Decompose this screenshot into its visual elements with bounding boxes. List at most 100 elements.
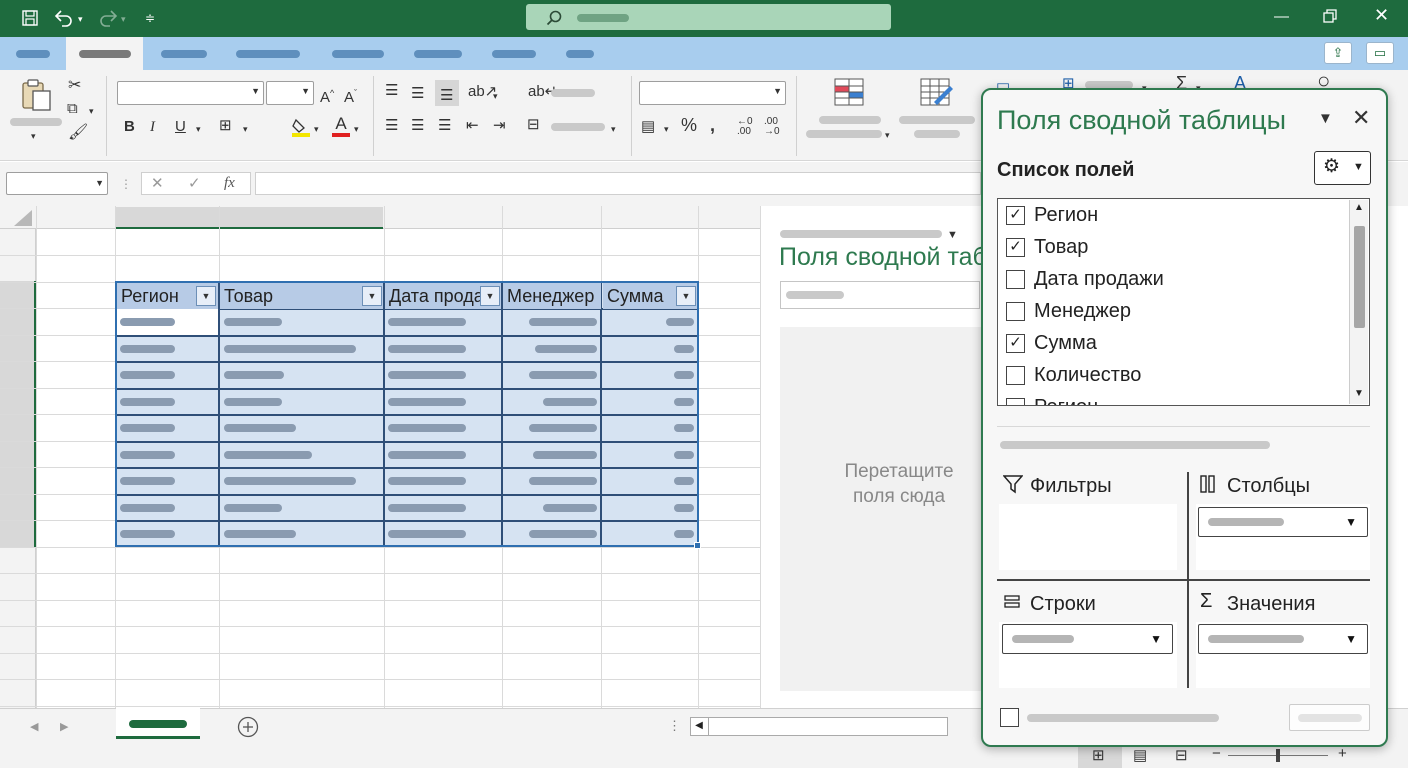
table-cell[interactable] — [529, 530, 597, 538]
increase-indent-icon[interactable]: ⇥ — [493, 118, 506, 134]
table-cell[interactable] — [674, 398, 694, 406]
confirm-entry-icon[interactable]: ✓ — [188, 176, 201, 192]
field-item[interactable]: Дата продажи — [1002, 268, 1342, 292]
zoom-in-icon[interactable]: + — [1338, 746, 1347, 762]
field-list-box[interactable]: ✓ Регион ✓ Товар Дата продажи Менеджер ✓ Сумма К… — [997, 198, 1370, 406]
field-checkbox[interactable] — [1006, 302, 1025, 321]
name-box[interactable]: ▼ — [6, 172, 108, 195]
underline-icon[interactable]: U — [175, 119, 186, 135]
table-cell[interactable] — [224, 424, 296, 432]
filter-button-product[interactable]: ▼ — [362, 286, 382, 306]
redo-icon[interactable] — [96, 9, 118, 30]
align-center-icon[interactable]: ☰ — [411, 118, 424, 134]
table-header-product[interactable]: Товар — [220, 283, 383, 309]
italic-icon[interactable]: I — [150, 119, 155, 135]
zoom-out-icon[interactable]: − — [1212, 746, 1221, 762]
table-cell[interactable] — [388, 477, 466, 485]
customize-toolbar-icon[interactable]: ≑ — [145, 11, 155, 26]
fill-color-dropdown-icon[interactable]: ▾ — [314, 121, 319, 137]
table-cell[interactable] — [388, 451, 466, 459]
table-cell[interactable] — [120, 530, 175, 538]
decrease-indent-icon[interactable]: ⇤ — [466, 118, 479, 134]
conditional-formatting-dropdown-icon[interactable]: ▾ — [885, 127, 890, 143]
insert-function-icon[interactable]: fx — [224, 175, 235, 191]
table-cell[interactable] — [674, 345, 694, 353]
filter-button-sale-date[interactable]: ▼ — [480, 286, 500, 306]
table-cell[interactable] — [388, 345, 466, 353]
table-cell[interactable] — [120, 371, 175, 379]
table-header-manager[interactable]: Менеджер — [503, 283, 601, 309]
table-cell[interactable] — [543, 398, 597, 406]
copy-icon[interactable]: ⧉ — [67, 101, 78, 117]
table-cell[interactable] — [674, 504, 694, 512]
table-cell[interactable] — [674, 477, 694, 485]
save-icon[interactable] — [22, 10, 38, 29]
scroll-up-icon[interactable]: ▲ — [1354, 202, 1364, 213]
table-cell[interactable] — [674, 451, 694, 459]
table-cell[interactable] — [120, 318, 175, 326]
table-cell[interactable] — [388, 371, 466, 379]
field-list-scrollbar[interactable]: ▲ ▼ — [1349, 200, 1368, 404]
borders-icon[interactable]: ⊞ — [219, 118, 232, 134]
table-cell[interactable] — [120, 477, 175, 485]
format-painter-icon[interactable]: 🖌 — [68, 125, 88, 141]
page-break-view-icon[interactable]: ⊟ — [1175, 748, 1188, 764]
horizontal-scrollbar[interactable] — [690, 717, 948, 736]
tab-insert[interactable] — [161, 50, 207, 58]
cut-icon[interactable]: ✂ — [68, 78, 81, 94]
tab-data[interactable] — [414, 50, 462, 58]
field-item[interactable]: Регион — [1002, 396, 1342, 405]
field-checkbox[interactable]: ✓ — [1006, 206, 1025, 225]
field-item[interactable]: ✓ Товар — [1002, 236, 1342, 260]
align-right-icon[interactable]: ☰ — [438, 118, 451, 134]
table-cell[interactable] — [224, 530, 296, 538]
tab-file[interactable] — [16, 50, 50, 58]
paste-dropdown-icon[interactable]: ▾ — [31, 128, 36, 144]
formula-input[interactable] — [255, 172, 981, 195]
increase-decimal-icon[interactable]: ←0.00 — [737, 117, 753, 137]
table-cell[interactable] — [388, 424, 466, 432]
resize-handle[interactable] — [694, 542, 701, 549]
defer-update-checkbox[interactable] — [1000, 708, 1019, 727]
table-cell[interactable] — [666, 318, 694, 326]
format-as-table-icon[interactable] — [920, 78, 954, 113]
scroll-left-icon[interactable]: ◀ — [690, 717, 709, 736]
table-cell[interactable] — [224, 504, 282, 512]
table-cell[interactable] — [388, 530, 466, 538]
filter-button-amount[interactable]: ▼ — [676, 286, 696, 306]
field-item[interactable]: ✓ Сумма — [1002, 332, 1342, 356]
decrease-decimal-icon[interactable]: .00 →0 — [764, 117, 780, 137]
field-item[interactable]: Количество — [1002, 364, 1342, 388]
align-middle-icon[interactable]: ☰ — [411, 86, 424, 102]
table-cell[interactable] — [388, 318, 466, 326]
comma-style-icon[interactable]: , — [710, 116, 715, 134]
select-all-corner[interactable] — [14, 210, 32, 231]
field-checkbox[interactable] — [1006, 270, 1025, 289]
font-color-dropdown-icon[interactable]: ▾ — [354, 121, 359, 137]
zoom-slider-thumb[interactable] — [1276, 749, 1280, 762]
close-window-icon[interactable]: ✕ — [1374, 6, 1389, 24]
pivot-dropdown-icon[interactable]: ▼ — [947, 227, 958, 243]
filter-button-region[interactable]: ▼ — [196, 286, 216, 306]
scroll-down-icon[interactable]: ▼ — [1354, 388, 1364, 399]
field-checkbox[interactable] — [1006, 366, 1025, 385]
table-cell[interactable] — [224, 451, 312, 459]
table-cell[interactable] — [120, 504, 175, 512]
table-cell[interactable] — [388, 398, 466, 406]
table-cell[interactable] — [388, 504, 466, 512]
table-cell[interactable] — [224, 371, 284, 379]
page-layout-view-icon[interactable]: ▤ — [1133, 748, 1147, 764]
share-button[interactable]: ⇪ — [1324, 42, 1352, 64]
table-cell[interactable] — [529, 424, 597, 432]
table-cell[interactable] — [120, 345, 175, 353]
orientation-dropdown-icon[interactable]: ▾ — [493, 88, 498, 104]
currency-dropdown-icon[interactable]: ▾ — [664, 121, 669, 137]
tab-splitter-icon[interactable]: ⋮ — [668, 718, 681, 734]
align-bottom-icon[interactable]: ☰ — [435, 80, 459, 106]
align-top-icon[interactable]: ☰ — [385, 83, 398, 99]
tab-formulas[interactable] — [332, 50, 384, 58]
font-name-select[interactable]: ▼ — [117, 81, 264, 105]
tab-review[interactable] — [492, 50, 536, 58]
increase-font-icon[interactable]: A^ — [320, 85, 334, 106]
table-cell[interactable] — [529, 318, 597, 326]
